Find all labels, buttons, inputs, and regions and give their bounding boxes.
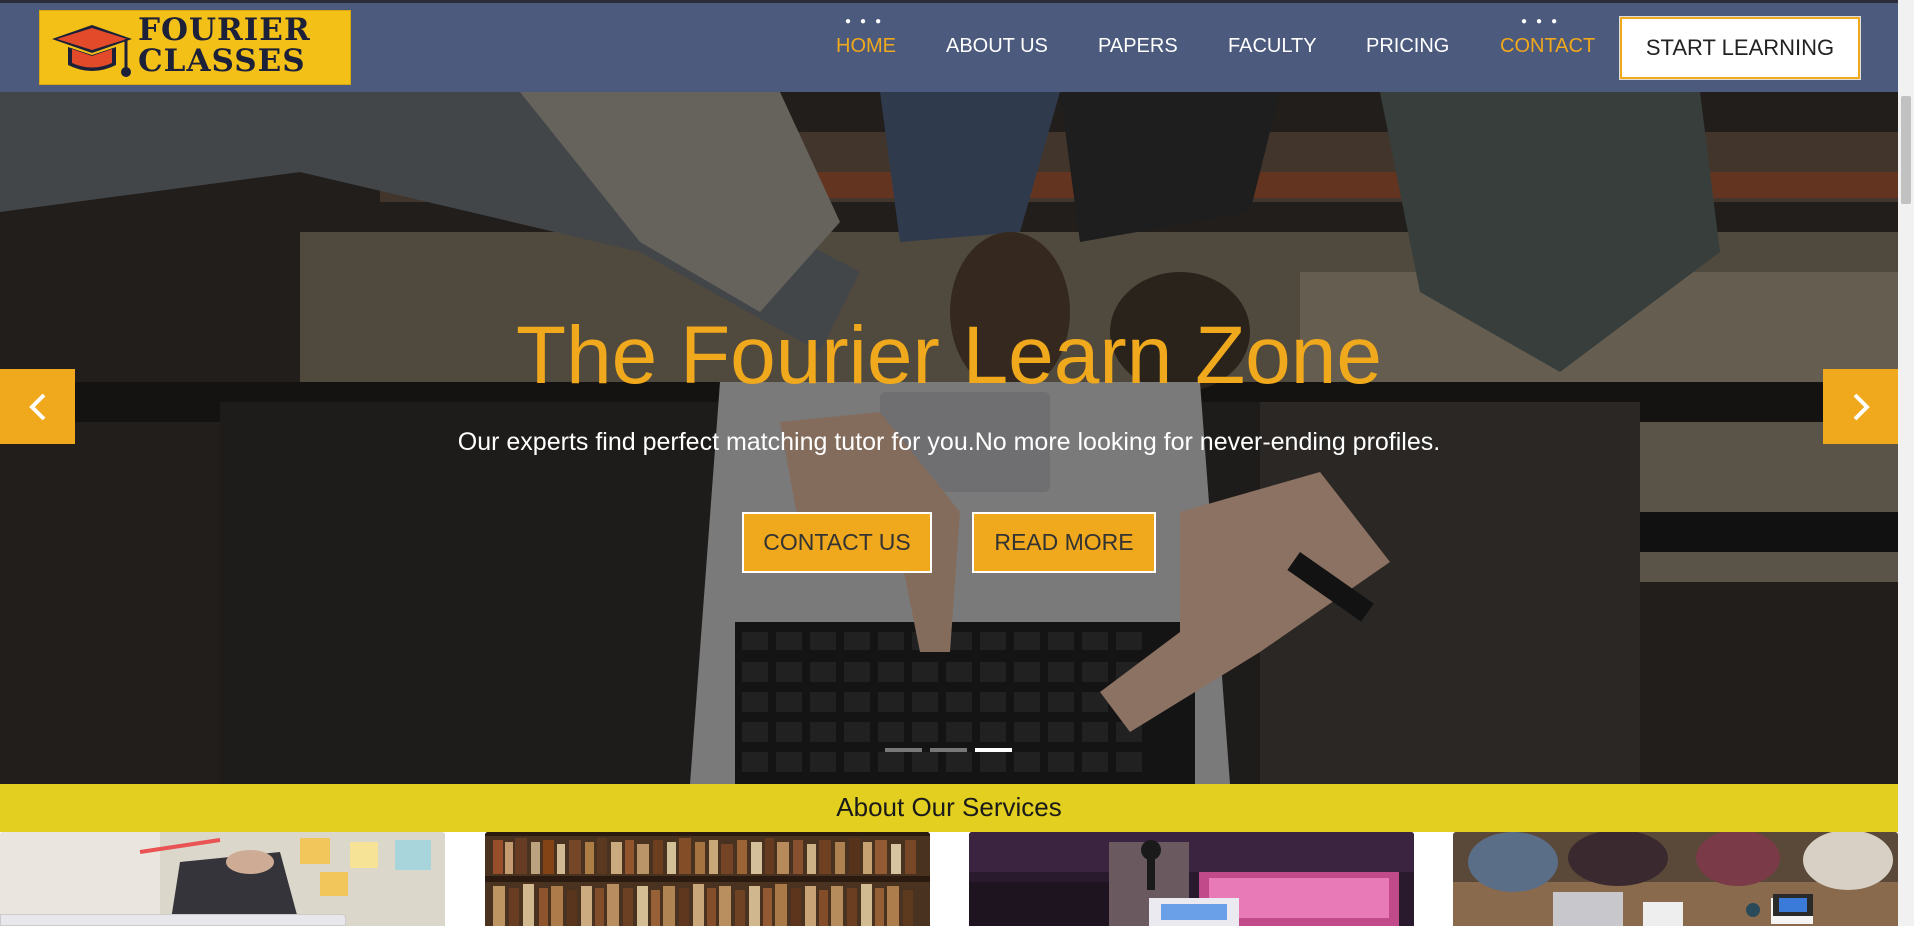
graduation-cap-icon [52,25,132,77]
group-study-image [1453,832,1898,926]
nav-home[interactable]: HOME [836,35,896,58]
read-more-button[interactable]: READ MORE [972,512,1156,573]
nav-papers[interactable]: PAPERS [1098,35,1178,58]
carousel-indicator-active[interactable] [975,748,1012,752]
bookshelf-image [485,832,930,926]
carousel-indicators [885,748,1012,752]
service-card-image[interactable] [485,832,930,926]
service-card-image[interactable] [1453,832,1898,926]
nav-indicator-dots: ●●● [1521,16,1567,27]
brand-logo[interactable]: FOURIER CLASSES [39,10,351,85]
contact-us-button[interactable]: CONTACT US [742,512,932,573]
nav-faculty[interactable]: FACULTY [1228,35,1317,58]
navbar: FOURIER CLASSES ●●● HOME ABOUT US PAPERS… [0,3,1898,92]
services-title: About Our Services [836,792,1062,822]
brand-line2: CLASSES [138,43,306,79]
chevron-right-icon [1853,393,1870,420]
nav-pricing[interactable]: PRICING [1366,35,1449,58]
nav-about-us[interactable]: ABOUT US [946,35,1048,58]
service-card-image[interactable] [969,832,1414,926]
browser-status-bar [0,914,346,926]
chevron-left-icon [28,393,45,420]
scrollbar-thumb[interactable] [1901,96,1911,204]
brand-name: FOURIER CLASSES [138,15,311,77]
services-header-band: About Our Services [0,784,1898,832]
hero-subtitle: Our experts find perfect matching tutor … [457,428,1441,456]
nav-indicator-dots: ●●● [845,16,891,27]
service-card-image[interactable] [0,832,445,926]
carousel-indicator[interactable] [885,748,922,752]
hero-title: The Fourier Learn Zone [515,310,1382,401]
start-learning-button[interactable]: START LEARNING [1619,16,1861,80]
carousel-next-button[interactable] [1823,369,1898,444]
brand-line1: FOURIER [138,12,311,48]
nav-contact[interactable]: CONTACT [1500,35,1595,58]
carousel-prev-button[interactable] [0,369,75,444]
page-scrollbar[interactable] [1898,0,1914,926]
whiteboard-image [0,832,445,926]
hero-carousel: The Fourier Learn Zone Our experts find … [0,92,1898,784]
carousel-indicator[interactable] [930,748,967,752]
retro-computer-image [969,832,1414,926]
page: FOURIER CLASSES ●●● HOME ABOUT US PAPERS… [0,0,1914,926]
